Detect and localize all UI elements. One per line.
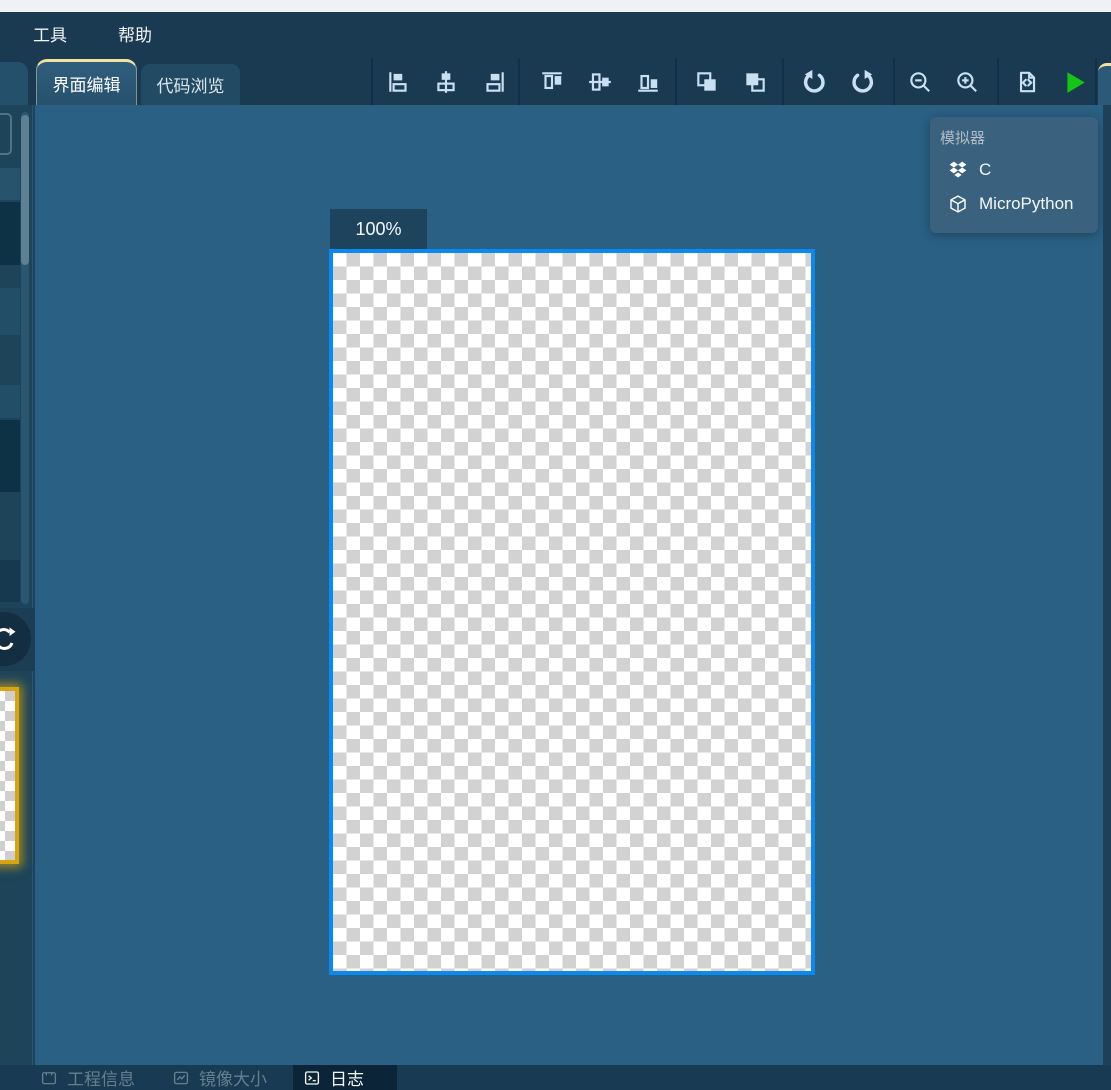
redo-icon[interactable] <box>850 69 876 95</box>
palette-item[interactable] <box>0 560 20 602</box>
bottom-tab-project-info-label: 工程信息 <box>67 1065 135 1090</box>
send-backward-icon[interactable] <box>742 69 768 95</box>
palette-item[interactable] <box>0 202 20 265</box>
simulator-item-micropython-label: MicroPython <box>979 194 1073 214</box>
bottom-tab-mirror-size[interactable]: 镜像大小 <box>162 1065 277 1090</box>
simulator-item-c-label: C <box>979 160 991 180</box>
palette-scrollbar-thumb[interactable] <box>21 115 29 265</box>
gui-designer-window: 工具 帮助 界面编辑 代码浏览 <box>0 0 1111 1090</box>
sidebar-edge-divider <box>32 105 33 1090</box>
align-middle-vertical-icon[interactable] <box>587 69 613 95</box>
tab-interface-edit-label: 界面编辑 <box>53 71 121 96</box>
zoom-in-icon[interactable] <box>954 69 980 95</box>
canvas-zoom-value: 100% <box>355 219 401 240</box>
align-center-horizontal-icon[interactable] <box>433 69 459 95</box>
menu-tools[interactable]: 工具 <box>33 12 67 55</box>
design-canvas[interactable] <box>329 249 815 975</box>
project-info-icon <box>40 1069 58 1087</box>
bottom-status-bar: 工程信息 镜像大小 日志 <box>0 1065 1111 1090</box>
bottom-tab-project-info[interactable]: 工程信息 <box>30 1065 145 1090</box>
toolbar-separator <box>371 58 373 105</box>
bottom-tab-log[interactable]: 日志 <box>293 1065 397 1090</box>
toolbar-separator <box>1095 58 1097 105</box>
simulator-title: 模拟器 <box>940 127 985 148</box>
mirror-size-icon <box>172 1069 190 1087</box>
palette-search-box[interactable] <box>0 113 12 155</box>
bring-forward-icon[interactable] <box>694 69 720 95</box>
palette-item[interactable] <box>0 385 20 418</box>
simulator-panel: 模拟器 C MicroPython <box>930 117 1098 233</box>
zoom-out-icon[interactable] <box>907 69 933 95</box>
canvas-zoom-label: 100% <box>330 209 427 250</box>
palette-item[interactable] <box>0 420 20 492</box>
refresh-icon <box>0 625 18 653</box>
tab-partial-left[interactable] <box>0 62 28 105</box>
tab-code-browse[interactable]: 代码浏览 <box>141 64 240 105</box>
bottom-tab-log-label: 日志 <box>330 1065 364 1090</box>
align-right-icon[interactable] <box>481 69 507 95</box>
tab-partial-right[interactable] <box>1098 63 1111 105</box>
menu-bar: 工具 帮助 <box>0 12 1111 55</box>
tab-interface-edit[interactable]: 界面编辑 <box>36 59 137 105</box>
cube-icon <box>948 194 968 214</box>
palette-item[interactable] <box>0 168 20 200</box>
toolbar-separator <box>893 58 895 105</box>
tab-code-browse-label: 代码浏览 <box>157 72 225 97</box>
palette-item[interactable] <box>0 288 20 335</box>
dropbox-icon <box>948 160 968 180</box>
page-thumbnail-selected[interactable] <box>0 687 19 864</box>
bottom-tab-mirror-size-label: 镜像大小 <box>199 1065 267 1090</box>
toolbar-separator <box>782 58 784 105</box>
toolbar-separator <box>675 58 677 105</box>
tab-toolbar-row: 界面编辑 代码浏览 <box>0 55 1111 105</box>
align-top-icon[interactable] <box>539 69 565 95</box>
simulator-item-c[interactable]: C <box>930 155 1098 185</box>
right-panel-edge <box>1103 105 1111 1065</box>
toolbar-separator <box>518 58 520 105</box>
undo-icon[interactable] <box>801 69 827 95</box>
toolbar-separator <box>997 58 999 105</box>
window-top-strip <box>0 0 1111 12</box>
run-icon[interactable] <box>1062 69 1088 95</box>
menu-help[interactable]: 帮助 <box>118 12 152 55</box>
code-view-icon[interactable] <box>1014 69 1040 95</box>
align-bottom-icon[interactable] <box>635 69 661 95</box>
simulator-item-micropython[interactable]: MicroPython <box>930 189 1098 219</box>
align-left-icon[interactable] <box>386 69 412 95</box>
widget-palette-sidebar <box>0 105 35 1090</box>
log-icon <box>303 1069 321 1087</box>
